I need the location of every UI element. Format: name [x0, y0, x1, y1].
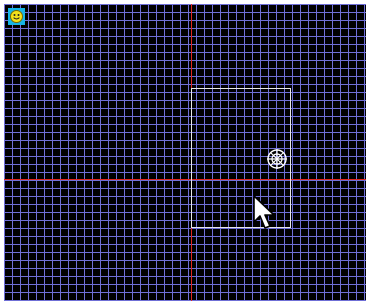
horizontal-axis-line [4, 179, 366, 180]
mouse-pointer-icon [252, 194, 278, 232]
grid-canvas[interactable] [4, 4, 366, 301]
crosshair-icon[interactable] [266, 148, 288, 170]
smiley-icon[interactable] [8, 8, 25, 25]
